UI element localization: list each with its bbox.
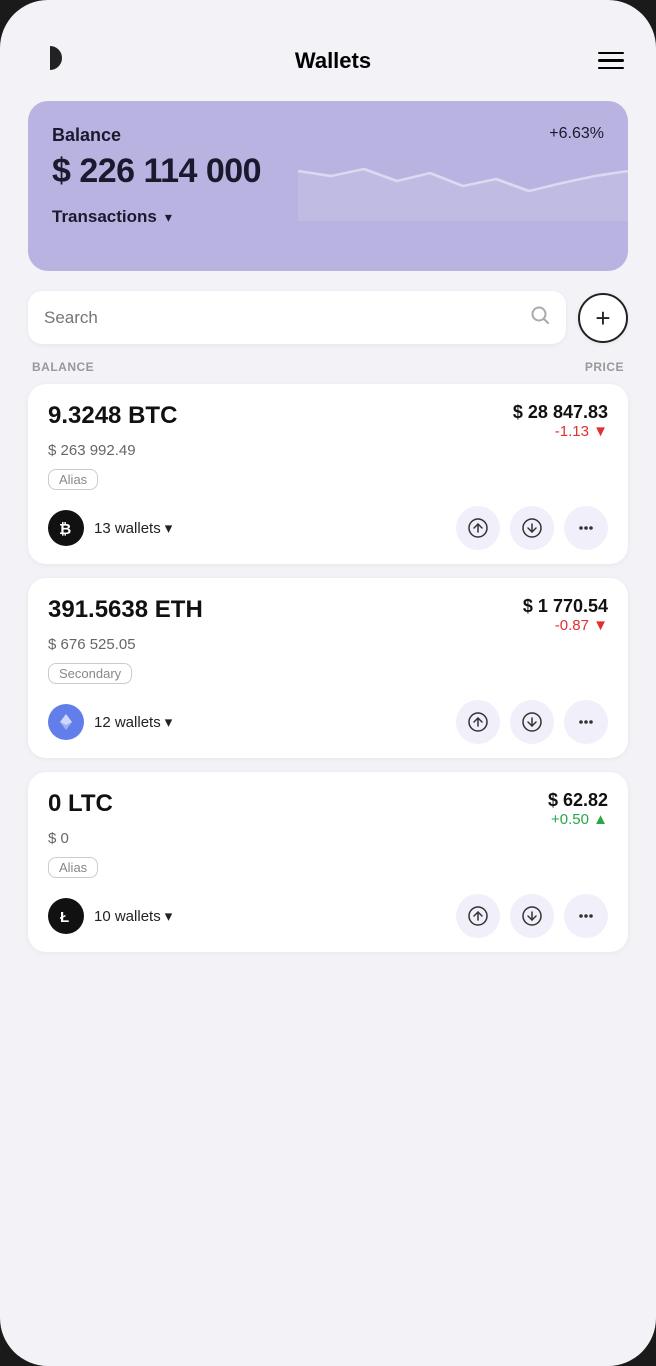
ltc-send-button[interactable] xyxy=(456,894,500,938)
btc-more-button[interactable] xyxy=(564,506,608,550)
btc-wallets-row: ₿ 13 wallets ▾ xyxy=(48,510,172,546)
eth-logo xyxy=(48,704,84,740)
ltc-change: +0.50 ▲ xyxy=(551,811,608,828)
svg-text:Ł: Ł xyxy=(60,909,69,926)
search-icon xyxy=(530,305,550,330)
ltc-wallets-row: Ł 10 wallets ▾ xyxy=(48,898,172,934)
search-input[interactable] xyxy=(44,308,520,328)
phone-frame: Wallets Balance +6.63% $ 226 114 000 Tra… xyxy=(0,0,656,1366)
logo-icon xyxy=(32,40,68,81)
add-wallet-button[interactable]: + xyxy=(578,293,628,343)
search-row: + xyxy=(28,291,628,344)
ltc-receive-button[interactable] xyxy=(510,894,554,938)
svg-text:₿: ₿ xyxy=(59,521,71,538)
coin-card-ltc: 0 LTC $ 62.82 +0.50 ▲ $ 0 Alias Ł 10 wal… xyxy=(28,772,628,952)
ltc-usd: $ 0 xyxy=(48,830,608,847)
col-balance: BALANCE xyxy=(32,360,94,374)
add-icon: + xyxy=(595,305,610,331)
ltc-more-button[interactable] xyxy=(564,894,608,938)
btc-price: $ 28 847.83 xyxy=(513,402,608,423)
eth-actions xyxy=(456,700,608,744)
balance-card: Balance +6.63% $ 226 114 000 Transaction… xyxy=(28,101,628,271)
eth-wallets-chevron: ▾ xyxy=(165,713,173,731)
btc-wallets-chevron: ▾ xyxy=(165,519,173,537)
col-price: PRICE xyxy=(585,360,624,374)
ltc-logo: Ł xyxy=(48,898,84,934)
column-headers: BALANCE PRICE xyxy=(28,356,628,382)
eth-usd: $ 676 525.05 xyxy=(48,636,608,653)
transactions-label: Transactions xyxy=(52,207,157,227)
coin-card-btc: 9.3248 BTC $ 28 847.83 -1.13 ▼ $ 263 992… xyxy=(28,384,628,564)
eth-more-button[interactable] xyxy=(564,700,608,744)
header: Wallets xyxy=(28,40,628,81)
eth-wallet-count[interactable]: 12 wallets ▾ xyxy=(94,713,172,731)
ltc-amount: 0 LTC xyxy=(48,790,113,818)
menu-button[interactable] xyxy=(598,52,624,70)
btc-wallet-count[interactable]: 13 wallets ▾ xyxy=(94,519,172,537)
coin-card-eth: 391.5638 ETH $ 1 770.54 -0.87 ▼ $ 676 52… xyxy=(28,578,628,758)
eth-receive-button[interactable] xyxy=(510,700,554,744)
btc-amount: 9.3248 BTC xyxy=(48,402,177,430)
btc-tag: Alias xyxy=(48,469,98,490)
eth-send-button[interactable] xyxy=(456,700,500,744)
balance-label: Balance xyxy=(52,125,121,146)
btc-receive-button[interactable] xyxy=(510,506,554,550)
ltc-price: $ 62.82 xyxy=(548,790,608,811)
btc-usd: $ 263 992.49 xyxy=(48,442,608,459)
ltc-actions xyxy=(456,894,608,938)
balance-chart xyxy=(298,141,628,221)
eth-wallets-row: 12 wallets ▾ xyxy=(48,704,172,740)
btc-logo: ₿ xyxy=(48,510,84,546)
eth-amount: 391.5638 ETH xyxy=(48,596,203,624)
ltc-wallet-count[interactable]: 10 wallets ▾ xyxy=(94,907,172,925)
btc-send-button[interactable] xyxy=(456,506,500,550)
search-box xyxy=(28,291,566,344)
eth-price: $ 1 770.54 xyxy=(523,596,608,617)
btc-change: -1.13 ▼ xyxy=(555,423,608,440)
ltc-wallets-chevron: ▾ xyxy=(165,907,173,925)
eth-tag: Secondary xyxy=(48,663,132,684)
eth-change: -0.87 ▼ xyxy=(555,617,608,634)
page-title: Wallets xyxy=(295,48,371,74)
transactions-chevron-icon: ▾ xyxy=(165,209,172,226)
ltc-tag: Alias xyxy=(48,857,98,878)
btc-actions xyxy=(456,506,608,550)
